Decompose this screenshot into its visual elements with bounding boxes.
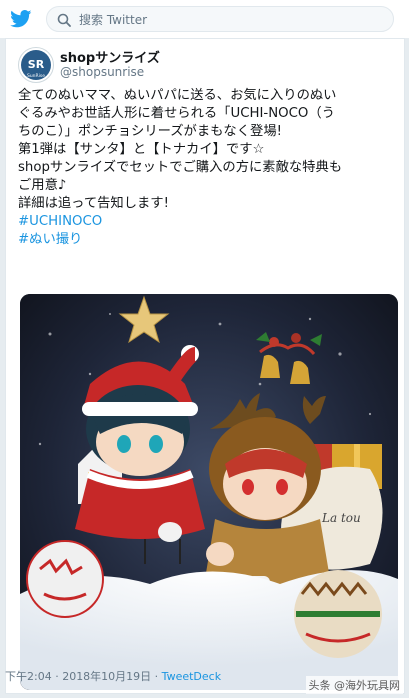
twitter-bird-icon[interactable]	[10, 10, 32, 28]
tweet-text: 全てのぬいママ、ぬいパパに送る、お気に入りのぬい ぐるみやお世話人形に着せられる…	[18, 87, 398, 249]
client-link[interactable]: TweetDeck	[162, 670, 221, 683]
tweet-line: 全てのぬいママ、ぬいパパに送る、お気に入りのぬい	[18, 88, 337, 103]
avatar[interactable]: SR SunRise	[18, 47, 54, 83]
tweet-line: 第1弾は【サンタ】と【トナカイ】です☆	[18, 142, 265, 157]
hashtag-link[interactable]: #UCHINOCO	[18, 213, 398, 231]
user-handle[interactable]: @shopsunrise	[60, 65, 144, 79]
watermark: 头条 @海外玩具网	[305, 676, 403, 694]
tweet-card: SR SunRise shopサンライズ @shopsunrise 全てのぬいマ…	[5, 38, 405, 694]
ornament-ball-right	[294, 570, 382, 658]
top-bar: 搜索 Twitter	[0, 0, 409, 39]
search-placeholder: 搜索 Twitter	[79, 13, 148, 27]
tweet-line: shopサンライズでセットでご購入の方に素敵な特典も	[18, 160, 343, 175]
hashtag-link[interactable]: #ぬい撮り	[18, 231, 398, 249]
tweet-line: ちのこ）」ポンチョシリーズがまもなく登場!	[18, 124, 282, 139]
tweet-timestamp: 下午2:04 · 2018年10月19日 · TweetDeck	[5, 668, 221, 684]
tweet-line: 詳細は追って告知します!	[18, 196, 169, 211]
display-name[interactable]: shopサンライズ	[60, 47, 160, 66]
tweet-line: ぐるみやお世話人形に着せられる「UCHI-NOCO（う	[18, 106, 335, 121]
search-input[interactable]: 搜索 Twitter	[46, 6, 394, 32]
tweet-line: ご用意♪	[18, 178, 67, 193]
tweet-photo[interactable]: La tou	[20, 294, 398, 690]
search-icon	[57, 12, 71, 27]
sack-label: La tou	[321, 511, 361, 525]
timestamp-text[interactable]: 下午2:04 · 2018年10月19日 ·	[5, 670, 162, 683]
avatar-subtext: SunRise	[27, 73, 45, 79]
ornament-ball-left	[26, 540, 104, 618]
avatar-logo-text: SR	[28, 58, 45, 71]
